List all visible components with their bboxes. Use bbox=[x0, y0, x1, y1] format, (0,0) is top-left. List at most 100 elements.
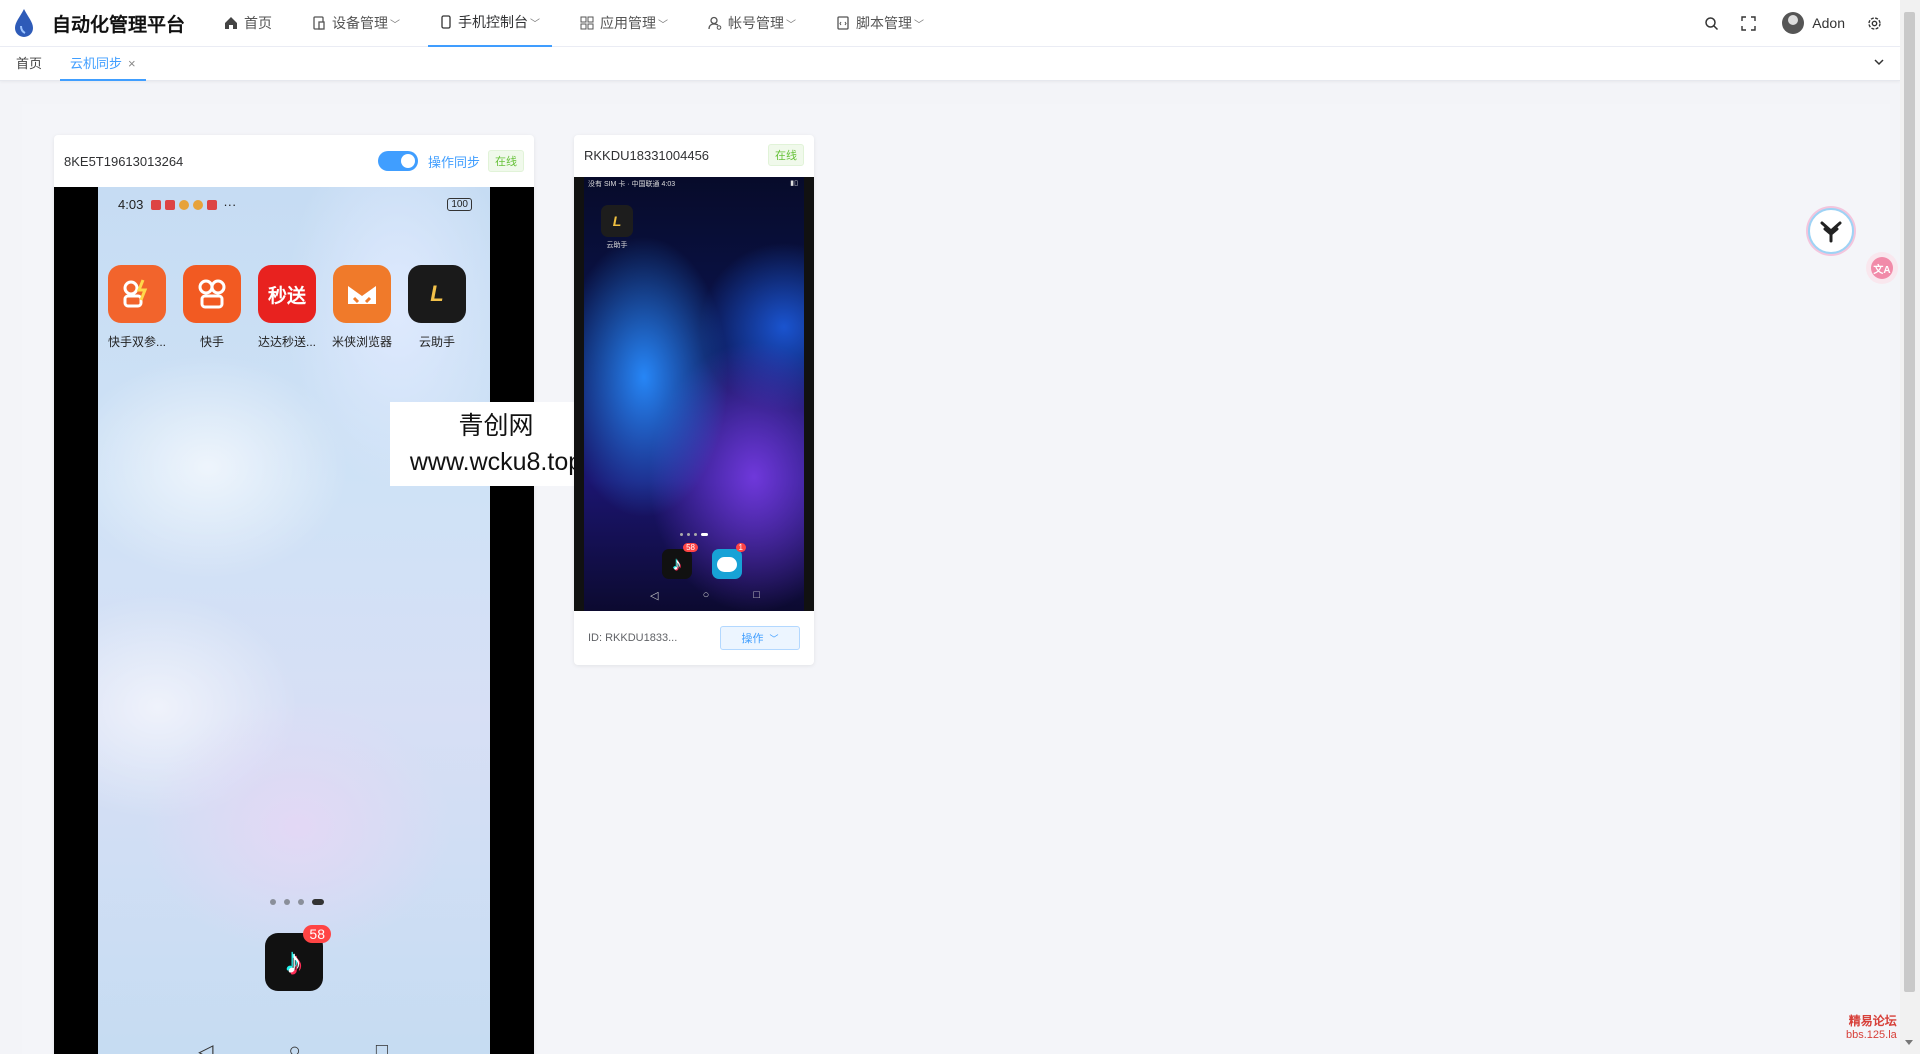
nav-home-label: 首页 bbox=[244, 15, 272, 31]
nav-phone-console-label: 手机控制台 bbox=[458, 14, 528, 30]
translate-float-button[interactable]: 文A bbox=[1866, 252, 1898, 284]
phone-status-bar: 没有 SIM 卡 · 中国联通 4:03 ▮▯ bbox=[588, 179, 798, 189]
chevron-down-icon: ﹀ bbox=[530, 18, 540, 30]
status-badge: 在线 bbox=[488, 150, 524, 172]
device-card-header: RKKDU18331004456 在线 bbox=[574, 135, 814, 175]
notification-badge: 58 bbox=[303, 925, 331, 943]
chevron-down-icon: ﹀ bbox=[769, 633, 779, 644]
script-icon bbox=[837, 16, 849, 30]
corner-watermark: 精易论坛 bbs.125.la bbox=[1846, 1014, 1897, 1042]
tiktok-app-icon[interactable]: ♪ 58 bbox=[662, 543, 698, 579]
scrollbar-thumb[interactable] bbox=[1904, 12, 1915, 992]
nav-script-management-label: 脚本管理 bbox=[856, 15, 912, 31]
chevron-down-icon: ﹀ bbox=[658, 19, 668, 31]
home-circle-icon[interactable]: ○ bbox=[289, 1040, 301, 1054]
app-logo[interactable]: 自动化管理平台 bbox=[0, 8, 212, 38]
chevron-down-icon: ﹀ bbox=[914, 19, 924, 31]
account-icon bbox=[708, 16, 722, 30]
app-mixia-browser[interactable]: 米侠浏览器 bbox=[332, 265, 392, 350]
phone-screen-secondary[interactable]: 没有 SIM 卡 · 中国联通 4:03 ▮▯ L 云助手 ♪ 58 1 ◁ ○… bbox=[574, 177, 814, 611]
tag-home[interactable]: 首页 bbox=[16, 47, 42, 81]
back-icon[interactable]: ◁ bbox=[198, 1039, 213, 1054]
nav-device-management-label: 设备管理 bbox=[332, 15, 388, 31]
app-label: 快手双参... bbox=[107, 335, 166, 349]
nav-app-management[interactable]: 应用管理 ﹀ bbox=[568, 0, 680, 47]
assistant-logo-icon bbox=[1820, 221, 1842, 243]
floating-assistant-button[interactable] bbox=[1808, 208, 1854, 254]
watermark-line1: 青创网 bbox=[458, 412, 534, 440]
username[interactable]: Adon bbox=[1812, 15, 1845, 31]
phone-wallpaper: 4:03 ··· 100 快手双参... 快手 秒送 达达秒送... 米侠浏览器… bbox=[98, 187, 490, 1054]
operation-dropdown-button[interactable]: 操作 ﹀ bbox=[720, 626, 800, 650]
corner-watermark-title: 精易论坛 bbox=[1848, 1014, 1897, 1028]
notification-badge: 58 bbox=[683, 543, 698, 552]
apps-icon bbox=[580, 16, 594, 30]
nav-phone-console[interactable]: 手机控制台 ﹀ bbox=[428, 0, 552, 47]
app-row: 快手双参... 快手 秒送 达达秒送... 米侠浏览器 L 云助手 bbox=[108, 265, 466, 350]
status-badge: 在线 bbox=[768, 144, 804, 166]
app-title: 自动化管理平台 bbox=[52, 14, 186, 36]
tag-cloud-sync[interactable]: 云机同步 × bbox=[60, 47, 146, 81]
device-icon bbox=[313, 16, 325, 30]
device-id: 8KE5T19613013264 bbox=[64, 153, 184, 169]
search-icon[interactable] bbox=[1704, 16, 1719, 31]
mixia-browser-app-icon bbox=[333, 265, 391, 323]
phone-wallpaper: 没有 SIM 卡 · 中国联通 4:03 ▮▯ L 云助手 ♪ 58 1 ◁ ○… bbox=[584, 177, 804, 611]
sync-toggle-label: 操作同步 bbox=[427, 154, 480, 170]
device-card-footer: ID: RKKDU1833... 操作 ﹀ bbox=[574, 611, 814, 665]
chevron-down-icon[interactable] bbox=[1872, 55, 1886, 74]
recents-icon[interactable]: □ bbox=[376, 1040, 388, 1054]
notification-badge: 1 bbox=[735, 543, 746, 552]
nav-account-management-label: 帐号管理 bbox=[728, 15, 784, 31]
scroll-down-arrow-icon[interactable] bbox=[1905, 1040, 1913, 1045]
operation-label: 操作 bbox=[741, 633, 764, 645]
phone-screen-main[interactable]: 4:03 ··· 100 快手双参... 快手 秒送 达达秒送... 米侠浏览器… bbox=[54, 187, 534, 1054]
tags-bar: 首页 云机同步 × bbox=[0, 47, 1900, 81]
back-icon[interactable]: ◁ bbox=[650, 589, 658, 602]
android-nav-keys: ◁ ○ □ bbox=[198, 1039, 388, 1054]
nav-home[interactable]: 首页 bbox=[212, 0, 284, 47]
chat-bubble-icon bbox=[717, 556, 737, 572]
top-navbar: 自动化管理平台 首页 设备管理 ﹀ 手机控制台 ﹀ 应用管理 ﹀ 帐号管理 ﹀ bbox=[0, 0, 1900, 47]
watermark-line2: www.wcku8.top bbox=[409, 448, 583, 476]
device-card-secondary: RKKDU18331004456 在线 没有 SIM 卡 · 中国联通 4:03… bbox=[574, 135, 814, 665]
android-nav-keys: ◁ ○ □ bbox=[650, 589, 760, 602]
app-label: 云助手 bbox=[418, 335, 455, 349]
home-circle-icon[interactable]: ○ bbox=[703, 589, 710, 602]
nav-right-tools: Adon bbox=[1682, 12, 1900, 34]
recents-icon[interactable]: □ bbox=[753, 589, 760, 602]
more-notifications-icon: ··· bbox=[223, 197, 237, 212]
device-card-header: 8KE5T19613013264 操作同步 在线 bbox=[54, 135, 534, 187]
app-label: 云助手 bbox=[606, 242, 628, 249]
app-kuaishou-dual[interactable]: 快手双参... bbox=[108, 265, 166, 350]
app-cloud-assistant[interactable]: L 云助手 bbox=[600, 205, 634, 250]
nav-device-management[interactable]: 设备管理 ﹀ bbox=[300, 0, 412, 47]
music-note-icon: ♪ bbox=[672, 553, 682, 574]
gear-icon[interactable] bbox=[1867, 16, 1882, 31]
tiktok-app-icon[interactable]: ♪ 58 bbox=[265, 925, 331, 991]
kuaishou-dual-app-icon bbox=[108, 265, 166, 323]
app-cloud-assistant[interactable]: L 云助手 bbox=[408, 265, 466, 350]
battery-icon: 100 bbox=[447, 198, 472, 211]
vertical-scrollbar[interactable] bbox=[1900, 0, 1920, 1054]
messages-app-icon[interactable]: 1 bbox=[712, 543, 746, 579]
sync-toggle[interactable] bbox=[377, 151, 418, 171]
app-label: 米侠浏览器 bbox=[331, 335, 392, 349]
device-id: RKKDU18331004456 bbox=[584, 147, 710, 163]
corner-watermark-url: bbs.125.la bbox=[1846, 1029, 1897, 1041]
device-card-main: 8KE5T19613013264 操作同步 在线 4:03 ··· 100 快手… bbox=[54, 135, 534, 1054]
cloud-assistant-app-icon: L bbox=[601, 205, 633, 237]
app-kuaishou[interactable]: 快手 bbox=[183, 265, 241, 350]
nav-account-management[interactable]: 帐号管理 ﹀ bbox=[696, 0, 808, 47]
device-footer-id: ID: RKKDU1833... bbox=[588, 632, 678, 644]
app-dada[interactable]: 秒送 达达秒送... bbox=[258, 265, 316, 350]
carrier-status: 没有 SIM 卡 · 中国联通 4:03 bbox=[588, 181, 676, 188]
chevron-down-icon: ﹀ bbox=[390, 19, 400, 31]
nav-script-management[interactable]: 脚本管理 ﹀ bbox=[824, 0, 936, 47]
translate-icon: 文A bbox=[1871, 257, 1893, 279]
page-indicator bbox=[270, 899, 324, 905]
main-nav: 首页 设备管理 ﹀ 手机控制台 ﹀ 应用管理 ﹀ 帐号管理 ﹀ 脚本管理 ﹀ bbox=[212, 0, 952, 47]
close-icon[interactable]: × bbox=[128, 56, 136, 71]
fullscreen-icon[interactable] bbox=[1741, 15, 1756, 31]
avatar[interactable] bbox=[1782, 12, 1805, 34]
